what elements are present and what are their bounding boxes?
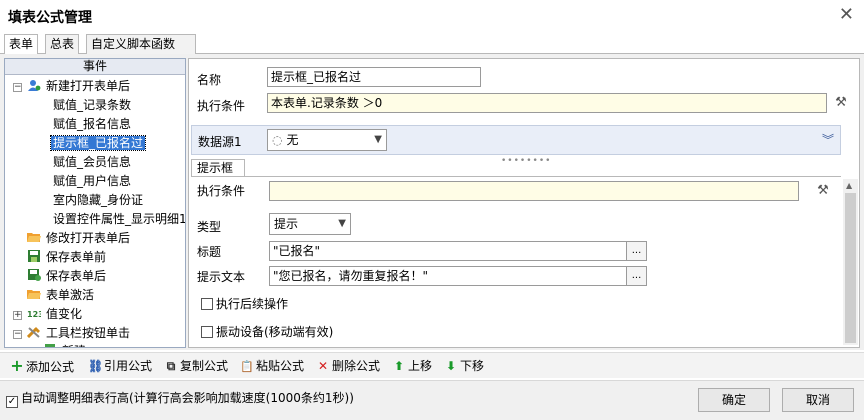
tab-strip: 表单 总表 自定义脚本函数: [0, 34, 864, 55]
magic-wand-icon[interactable]: ⚒: [815, 183, 831, 199]
caption-browse-button[interactable]: ...: [626, 242, 646, 260]
dialog-footer: ✓ 自动调整明细表行高(计算行高会影响加载速度(1000条约1秒)) 确定 取消: [0, 380, 864, 420]
vibrate-checkbox[interactable]: 振动设备(移动端有效): [201, 325, 333, 339]
checkmark-icon[interactable]: ✓: [6, 396, 18, 408]
folder-open-icon: [27, 287, 41, 299]
tree-item[interactable]: 赋值_用户信息: [51, 172, 133, 191]
close-icon[interactable]: ✕: [839, 4, 854, 25]
number-123-icon: 123: [27, 306, 44, 319]
plus-icon: +: [10, 356, 24, 375]
prompt-text-browse-button[interactable]: ...: [626, 267, 646, 285]
sub-condition-label: 执行条件: [197, 184, 246, 198]
checkbox-box[interactable]: [201, 326, 213, 338]
continue-checkbox[interactable]: 执行后续操作: [201, 297, 288, 311]
datasource-band: 数据源1 ◌ 无 ▼ ︾: [191, 125, 841, 155]
folder-open-icon: [27, 230, 41, 242]
tree-item-new[interactable]: 新建: [43, 342, 88, 347]
move-down-button[interactable]: ⬇ 下移: [444, 357, 484, 375]
user-icon: [27, 78, 41, 91]
tree-item-selected[interactable]: 提示框_已报名过: [49, 134, 147, 153]
datasource-label: 数据源1: [198, 135, 242, 149]
tools-icon: [26, 325, 41, 339]
tab-form[interactable]: 表单: [4, 34, 39, 55]
type-label: 类型: [197, 220, 222, 234]
delete-icon: ✕: [317, 359, 329, 373]
ok-button[interactable]: 确定: [698, 388, 770, 412]
tree-item-before-save[interactable]: 保存表单前: [27, 248, 108, 267]
collapse-icon[interactable]: −: [13, 83, 22, 92]
chevron-down-icon: ▼: [374, 134, 382, 145]
spinner-icon: ◌: [272, 133, 283, 147]
name-label: 名称: [197, 73, 222, 87]
datasource-select[interactable]: ◌ 无 ▼: [267, 129, 387, 151]
delete-formula-button[interactable]: ✕ 删除公式: [316, 357, 380, 375]
new-icon: [43, 343, 57, 347]
arrow-down-icon: ⬇: [445, 359, 457, 373]
expand-icon[interactable]: +: [13, 311, 22, 320]
paste-icon: 📋: [240, 360, 254, 373]
tree-item-new-open[interactable]: 新建打开表单后: [27, 77, 132, 96]
collapse-double-chevron-icon[interactable]: ︾: [822, 131, 834, 148]
add-formula-button[interactable]: + 添加公式: [10, 357, 74, 375]
prompt-box-panel: 执行条件 ⚒ 类型 提示 ▼ 标题 "已报名" ... 提示文本 "您已报名，请…: [191, 176, 841, 346]
name-input[interactable]: 提示框_已报名过: [267, 67, 481, 87]
window-title: 填表公式管理: [8, 10, 92, 26]
paste-formula-button[interactable]: 📋 粘贴公式: [240, 357, 304, 375]
main-area: 事件 − 新建打开表单后 赋值_记录条数 赋值_报名信息 提示框_已报名过 赋值…: [0, 54, 864, 350]
title-bar: 填表公式管理 ✕: [0, 0, 864, 32]
collapse-icon[interactable]: −: [13, 330, 22, 339]
prompt-text-input[interactable]: "您已报名，请勿重复报名！" ...: [269, 266, 647, 286]
cancel-button[interactable]: 取消: [782, 388, 854, 412]
tree-item-value-change[interactable]: 123值变化: [27, 305, 84, 324]
tree-item[interactable]: 设置控件属性_显示明细1: [51, 210, 185, 229]
auto-row-height-checkbox[interactable]: ✓ 自动调整明细表行高(计算行高会影响加载速度(1000条约1秒)): [6, 391, 354, 408]
save-icon: [27, 249, 41, 262]
formula-toolbar: + 添加公式 ⛓引用公式 ⧉ 复制公式 📋 粘贴公式 ✕ 删除公式 ⬆ 上移 ⬇ 下移: [0, 352, 864, 378]
vertical-scrollbar[interactable]: ▲: [843, 179, 858, 345]
event-tree-header: 事件: [5, 59, 185, 75]
tree-item-toolbar-click[interactable]: 工具栏按钮单击: [26, 324, 132, 343]
event-tree: 事件 − 新建打开表单后 赋值_记录条数 赋值_报名信息 提示框_已报名过 赋值…: [4, 58, 186, 348]
magic-wand-icon[interactable]: ⚒: [833, 95, 849, 111]
condition-input[interactable]: 本表单.记录条数 ＞0: [267, 93, 827, 113]
arrow-up-icon: ⬆: [393, 359, 405, 373]
ref-formula-button[interactable]: ⛓引用公式: [88, 357, 152, 375]
caption-input[interactable]: "已报名" ...: [269, 241, 647, 261]
copy-icon: ⧉: [166, 359, 176, 373]
save-check-icon: [27, 268, 41, 281]
condition-label: 执行条件: [197, 99, 246, 113]
tree-item-activate[interactable]: 表单激活: [27, 286, 96, 305]
tree-item-edit-open[interactable]: 修改打开表单后: [27, 229, 132, 248]
svg-text:123: 123: [27, 310, 41, 319]
type-select[interactable]: 提示 ▼: [269, 213, 351, 235]
scroll-up-icon[interactable]: ▲: [846, 181, 852, 190]
copy-formula-button[interactable]: ⧉ 复制公式: [164, 357, 228, 375]
checkbox-box[interactable]: [201, 298, 213, 310]
tree-item-after-save[interactable]: 保存表单后: [27, 267, 108, 286]
chevron-down-icon: ▼: [338, 218, 346, 229]
splitter-grip[interactable]: ••••••••: [501, 156, 551, 166]
tree-item[interactable]: 赋值_报名信息: [51, 115, 133, 134]
caption-label: 标题: [197, 245, 222, 259]
tab-prompt-box[interactable]: 提示框: [191, 159, 245, 177]
tab-summary[interactable]: 总表: [45, 34, 80, 54]
tree-item[interactable]: 赋值_记录条数: [51, 96, 133, 115]
tree-item[interactable]: 室内隐藏_身份证: [51, 191, 145, 210]
move-up-button[interactable]: ⬆ 上移: [392, 357, 432, 375]
tree-item[interactable]: 赋值_会员信息: [51, 153, 133, 172]
prompt-text-label: 提示文本: [197, 270, 246, 284]
sub-condition-input[interactable]: [269, 181, 799, 201]
formula-editor: 名称 提示框_已报名过 执行条件 本表单.记录条数 ＞0 ⚒ 数据源1 ◌ 无 ▼…: [188, 58, 860, 348]
link-icon: ⛓: [88, 359, 104, 373]
scrollbar-thumb[interactable]: [845, 193, 856, 343]
tab-custom-script[interactable]: 自定义脚本函数: [86, 34, 196, 54]
